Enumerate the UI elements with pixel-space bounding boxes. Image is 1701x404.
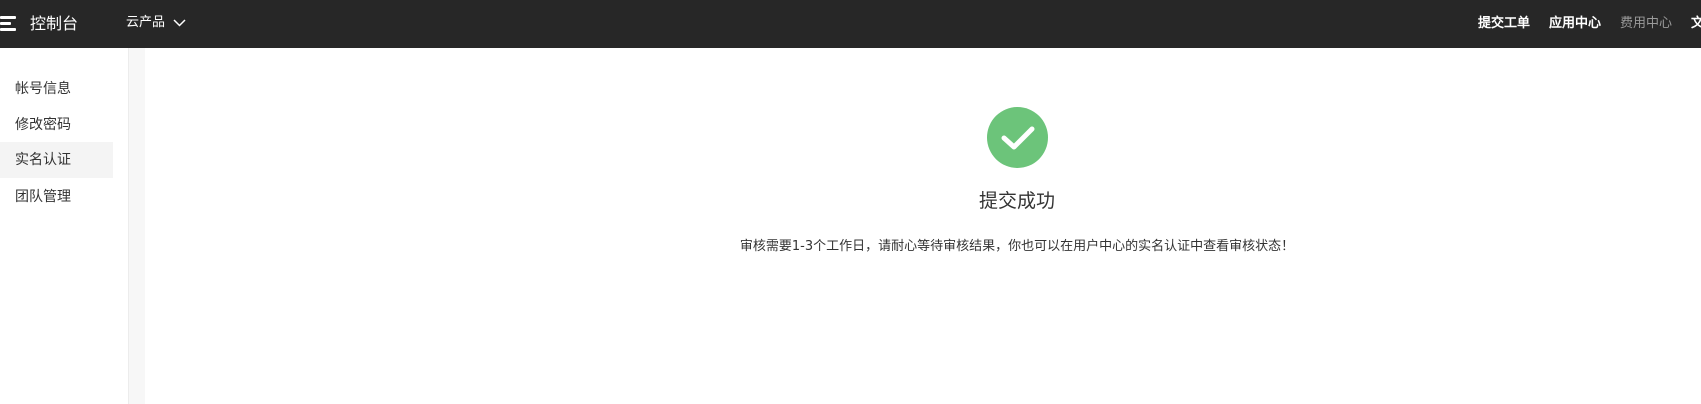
cloud-products-label: 云产品 xyxy=(126,15,166,30)
console-logo[interactable]: 控制台 xyxy=(30,13,78,35)
sidebar-item-account-info[interactable]: 帐号信息 xyxy=(0,71,113,107)
cloud-products-menu[interactable]: 云产品 xyxy=(126,14,186,32)
checkmark-icon xyxy=(1001,126,1034,149)
account-sidebar: 帐号信息 修改密码 实名认证 团队管理 xyxy=(0,48,129,404)
result-title: 提交成功 xyxy=(978,190,1055,212)
top-navbar: 控制台 云产品 提交工单 应用中心 费用中心 文档 xyxy=(0,0,1701,48)
submit-ticket-link[interactable]: 提交工单 xyxy=(1478,15,1530,33)
result-description: 审核需要1-3个工作日，请耐心等待审核结果，你也可以在用户中心的实名认证中查看审… xyxy=(739,239,1295,254)
docs-link[interactable]: 文档 xyxy=(1691,15,1701,33)
sidebar-item-team-management[interactable]: 团队管理 xyxy=(0,179,113,215)
sidebar-item-real-name-auth[interactable]: 实名认证 xyxy=(0,142,113,178)
billing-center-link[interactable]: 费用中心 xyxy=(1620,15,1672,33)
menu-icon[interactable] xyxy=(0,16,18,32)
check-circle-icon xyxy=(987,107,1048,168)
chevron-down-icon xyxy=(173,19,186,27)
app-center-link[interactable]: 应用中心 xyxy=(1549,15,1601,33)
sidebar-item-change-password[interactable]: 修改密码 xyxy=(0,107,113,143)
sidebar-divider xyxy=(129,48,145,404)
top-links: 提交工单 应用中心 费用中心 文档 xyxy=(1478,15,1701,33)
